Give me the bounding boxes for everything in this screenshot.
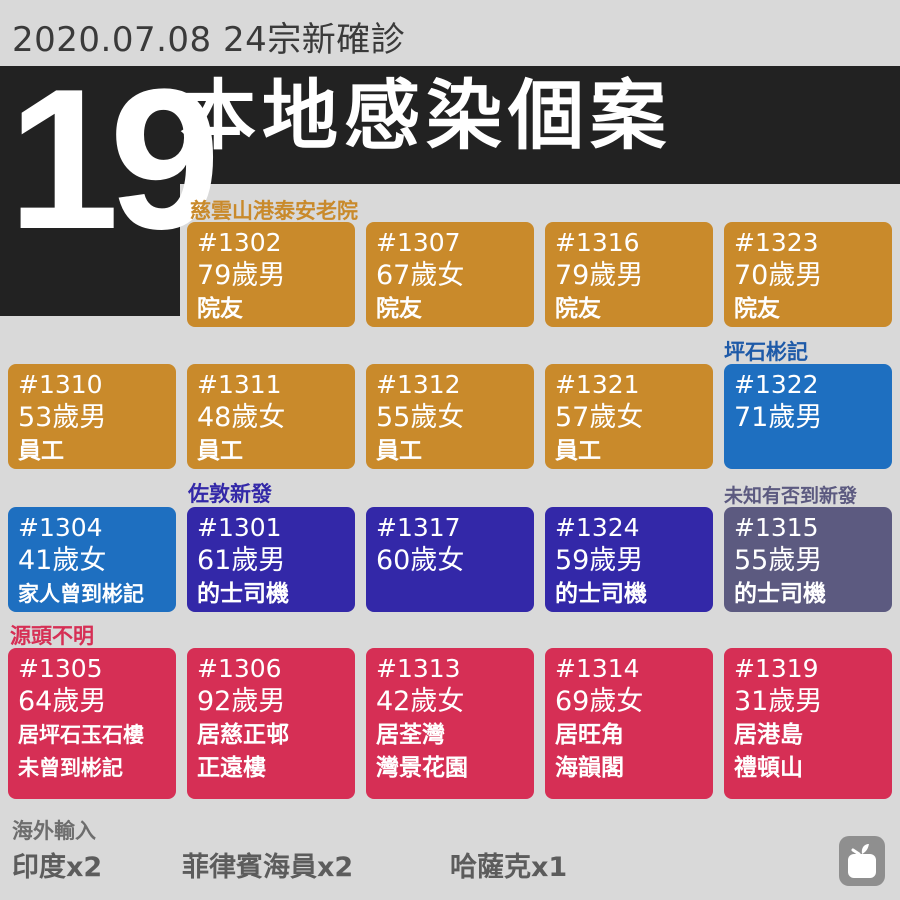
group-label-nursing-home: 慈雲山港泰安老院 — [190, 199, 358, 223]
group-label-unknown-jordan: 未知有否到新發 — [724, 485, 858, 507]
case-card: #1310 53歲男 員工 — [8, 364, 176, 469]
case-id: #1304 — [18, 513, 103, 542]
case-note-2: 灣景花園 — [376, 755, 468, 781]
case-age: 41歲女 — [18, 545, 107, 576]
case-card: #1301 61歲男 的士司機 — [187, 507, 355, 612]
apple-logo-glyph — [848, 844, 876, 878]
apple-daily-logo-icon — [839, 836, 885, 886]
case-id: #1311 — [197, 370, 282, 399]
case-card: #1319 31歲男 居港島 禮頓山 — [724, 648, 892, 799]
case-age: 55歲男 — [734, 545, 823, 576]
case-age: 42歲女 — [376, 686, 465, 717]
case-note: 的士司機 — [734, 581, 826, 607]
case-note: 居旺角 — [555, 722, 624, 748]
case-card: #1324 59歲男 的士司機 — [545, 507, 713, 612]
case-id: #1315 — [734, 513, 819, 542]
case-card: #1323 70歲男 院友 — [724, 222, 892, 327]
group-label-ping-shek: 坪石彬記 — [724, 340, 808, 364]
case-age: 31歲男 — [734, 686, 823, 717]
case-age: 70歲男 — [734, 260, 823, 291]
case-card: #1312 55歲女 員工 — [366, 364, 534, 469]
case-id: #1314 — [555, 654, 640, 683]
case-card: #1305 64歲男 居坪石玉石樓 未曾到彬記 — [8, 648, 176, 799]
case-id: #1313 — [376, 654, 461, 683]
group-label-unknown-source: 源頭不明 — [10, 624, 94, 648]
case-id: #1307 — [376, 228, 461, 257]
case-card: #1307 67歲女 院友 — [366, 222, 534, 327]
imported-title: 海外輸入 — [12, 819, 96, 843]
case-age: 61歲男 — [197, 545, 286, 576]
case-id: #1316 — [555, 228, 640, 257]
case-note: 院友 — [376, 296, 422, 322]
case-card: #1306 92歲男 居慈正邨 正遠樓 — [187, 648, 355, 799]
case-note: 員工 — [555, 438, 601, 464]
case-age: 69歲女 — [555, 686, 644, 717]
case-age: 79歲男 — [197, 260, 286, 291]
case-age: 60歲女 — [376, 545, 465, 576]
case-age: 79歲男 — [555, 260, 644, 291]
case-id: #1306 — [197, 654, 282, 683]
case-id: #1321 — [555, 370, 640, 399]
case-age: 55歲女 — [376, 402, 465, 433]
case-age: 53歲男 — [18, 402, 107, 433]
case-note: 員工 — [18, 438, 64, 464]
case-note: 家人曾到彬記 — [18, 582, 144, 606]
case-id: #1319 — [734, 654, 819, 683]
case-note: 的士司機 — [197, 581, 289, 607]
case-age: 71歲男 — [734, 402, 823, 433]
case-age: 57歲女 — [555, 402, 644, 433]
case-note: 居荃灣 — [376, 722, 445, 748]
headline: 本地感染個案 — [180, 71, 672, 160]
case-card: #1322 71歲男 — [724, 364, 892, 469]
case-note: 居慈正邨 — [197, 722, 289, 748]
case-card: #1311 48歲女 員工 — [187, 364, 355, 469]
case-id: #1312 — [376, 370, 461, 399]
case-note-2: 未曾到彬記 — [18, 756, 123, 780]
case-card: #1313 42歲女 居荃灣 灣景花園 — [366, 648, 534, 799]
case-card: #1315 55歲男 的士司機 — [724, 507, 892, 612]
case-card: #1304 41歲女 家人曾到彬記 — [8, 507, 176, 612]
case-note-2: 禮頓山 — [734, 755, 803, 781]
case-id: #1302 — [197, 228, 282, 257]
case-age: 92歲男 — [197, 686, 286, 717]
case-note: 員工 — [376, 438, 422, 464]
case-age: 48歲女 — [197, 402, 286, 433]
case-note-2: 海韻閣 — [555, 755, 624, 781]
case-card: #1316 79歲男 院友 — [545, 222, 713, 327]
case-id: #1310 — [18, 370, 103, 399]
imported-item-india: 印度x2 — [12, 852, 103, 883]
case-note: 院友 — [734, 296, 780, 322]
case-id: #1324 — [555, 513, 640, 542]
case-note-2: 正遠樓 — [197, 755, 266, 781]
case-card: #1317 60歲女 — [366, 507, 534, 612]
case-card: #1314 69歲女 居旺角 海韻閣 — [545, 648, 713, 799]
case-card: #1321 57歲女 員工 — [545, 364, 713, 469]
case-id: #1317 — [376, 513, 461, 542]
case-id: #1323 — [734, 228, 819, 257]
case-id: #1322 — [734, 370, 819, 399]
case-card: #1302 79歲男 院友 — [187, 222, 355, 327]
case-note: 居港島 — [734, 722, 803, 748]
case-age: 67歲女 — [376, 260, 465, 291]
case-note: 居坪石玉石樓 — [18, 723, 144, 747]
case-note: 員工 — [197, 438, 243, 464]
case-id: #1305 — [18, 654, 103, 683]
group-label-jordan: 佐敦新發 — [188, 482, 272, 506]
case-age: 59歲男 — [555, 545, 644, 576]
case-note: 院友 — [555, 296, 601, 322]
imported-item-philippines: 菲律賓海員x2 — [182, 852, 354, 883]
case-age: 64歲男 — [18, 686, 107, 717]
case-note: 的士司機 — [555, 581, 647, 607]
case-note: 院友 — [197, 296, 243, 322]
imported-item-kazakhstan: 哈薩克x1 — [450, 852, 568, 883]
case-id: #1301 — [197, 513, 282, 542]
